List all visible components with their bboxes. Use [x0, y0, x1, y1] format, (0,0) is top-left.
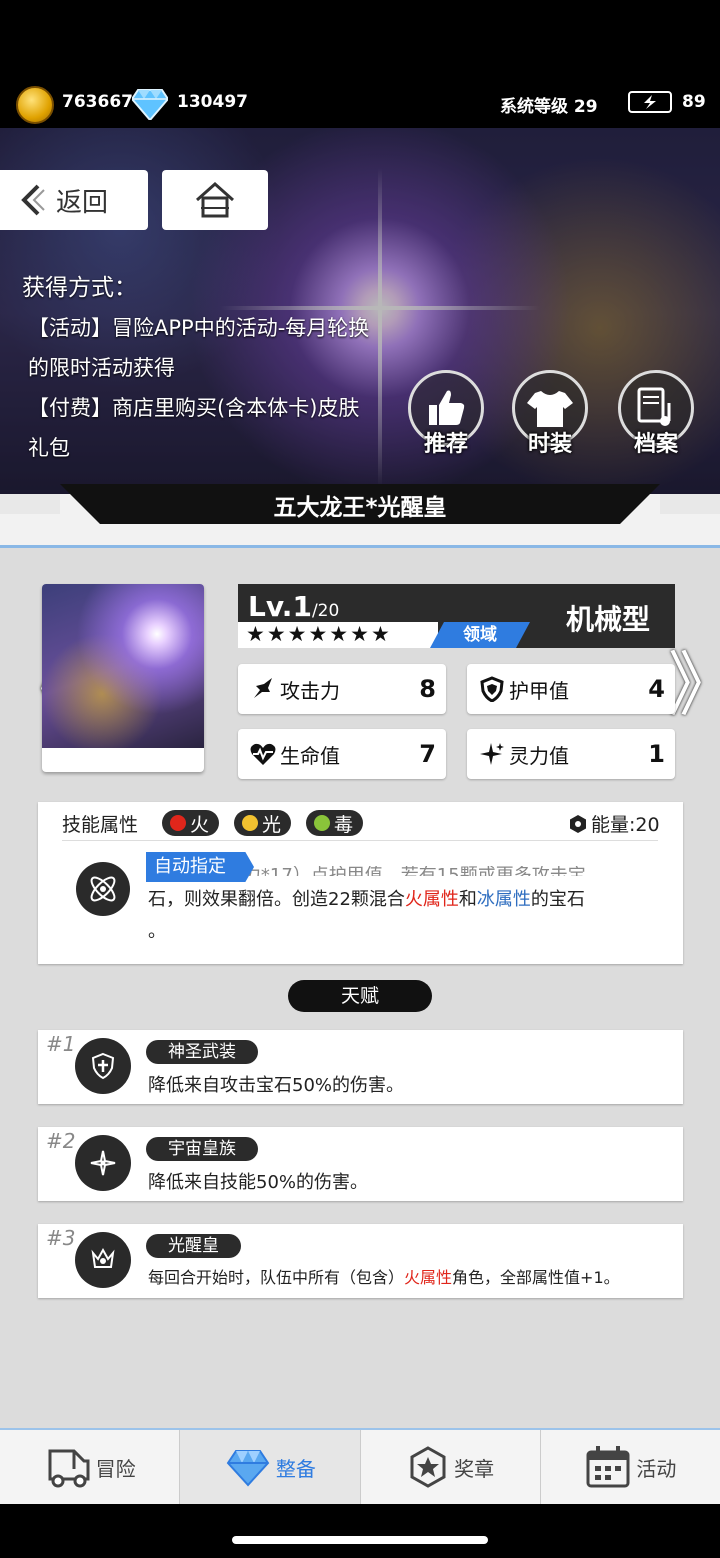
- character-portrait: [42, 584, 204, 748]
- home-indicator[interactable]: [232, 1536, 488, 1544]
- acquisition-info: 获得方式： 【活动】冒险APP中的活动-每月轮换 的限时活动获得 【付费】商店里…: [22, 268, 412, 468]
- character-card[interactable]: [42, 584, 204, 772]
- talent-name: 光醒皇: [146, 1234, 241, 1258]
- stat-value: 1: [648, 740, 665, 768]
- nav-label: 活动: [636, 1456, 677, 1481]
- element-fire-tag: 火: [162, 810, 220, 836]
- level-display: Lv.1/20: [248, 590, 340, 623]
- gem-cluster-icon: [226, 1450, 270, 1487]
- nav-adventure[interactable]: 冒险: [0, 1430, 181, 1504]
- panel-top-border: [0, 528, 720, 548]
- stat-value: 7: [419, 740, 436, 768]
- talent-number: #1: [46, 1032, 76, 1056]
- element-light-tag: 光: [234, 810, 292, 836]
- diamond-icon: [132, 89, 168, 120]
- truck-icon: [48, 1449, 90, 1488]
- system-home-bar: [0, 1504, 720, 1558]
- character-name: 五大龙王*光醒皇: [273, 495, 447, 521]
- energy-hex-icon: [570, 814, 586, 833]
- nav-label: 整备: [275, 1456, 316, 1481]
- skill-divider: [62, 840, 658, 841]
- skill-attr-title: 技能属性: [62, 814, 139, 836]
- cosmic-star-icon: [75, 1135, 131, 1191]
- stat-value: 4: [648, 675, 665, 703]
- light-icon: [242, 815, 258, 831]
- acquisition-line: 的限时活动获得: [28, 356, 175, 380]
- nav-label: 奖章: [454, 1456, 495, 1481]
- armor-icon: [477, 674, 507, 704]
- stat-label: 护甲值: [509, 678, 569, 703]
- nav-equip[interactable]: 整备: [180, 1430, 361, 1504]
- crown-emblem-icon: [75, 1232, 131, 1288]
- home-icon: [196, 181, 234, 218]
- recommend-label: 推荐: [423, 432, 468, 457]
- energy-battery-icon: [628, 91, 672, 113]
- gold-coin-icon: [16, 86, 54, 124]
- nav-events[interactable]: 活动: [541, 1430, 720, 1504]
- character-type: 机械型: [566, 603, 651, 636]
- gold-amount: 763667: [62, 92, 133, 112]
- home-button[interactable]: [162, 170, 268, 230]
- medal-star-icon: [410, 1446, 446, 1488]
- acquisition-line: 礼包: [28, 436, 70, 460]
- stat-armor: 护甲值 4: [467, 664, 675, 714]
- skill-energy: 能量:20: [568, 810, 660, 837]
- stat-label: 攻击力: [280, 678, 340, 703]
- system-level: 系统等级 29: [500, 97, 598, 117]
- acquisition-line: 【活动】冒险APP中的活动-每月轮换: [28, 316, 370, 340]
- talent-number: #3: [46, 1226, 76, 1250]
- stat-label: 灵力值: [509, 743, 569, 768]
- bottom-nav: 冒险 整备 奖章 活动: [0, 1428, 720, 1504]
- poison-icon: [314, 815, 330, 831]
- skill-description: 获得18（灵力*17）点护甲值。若有15颗或更多攻击宝 石，则效果翻倍。创造22…: [148, 866, 648, 948]
- auto-assign-tag: 自动指定: [146, 852, 254, 882]
- stat-label: 生命值: [280, 743, 340, 768]
- fire-icon: [170, 815, 186, 831]
- stat-value: 8: [419, 675, 436, 703]
- chevron-left-icon: [21, 184, 45, 216]
- fashion-label: 时装: [527, 432, 572, 457]
- stat-spirit: 灵力值 1: [467, 729, 675, 779]
- calendar-icon: [586, 1446, 630, 1488]
- diamond-amount: 130497: [177, 92, 248, 112]
- stat-attack: 攻击力 8: [238, 664, 446, 714]
- talent-desc: 降低来自攻击宝石50%的伤害。: [148, 1075, 405, 1096]
- attack-icon: [248, 674, 278, 704]
- domain-tag: 领域: [430, 622, 530, 648]
- acquisition-line: 【付费】商店里购买(含本体卡)皮肤: [28, 396, 360, 420]
- archive-label: 档案: [633, 432, 678, 457]
- nav-medals[interactable]: 奖章: [361, 1430, 541, 1504]
- nav-label: 冒险: [95, 1456, 136, 1481]
- back-button[interactable]: 返回: [0, 170, 148, 230]
- talent-header: 天赋: [288, 980, 432, 1012]
- talent-desc: 每回合开始时，队伍中所有（包含）火属性角色，全部属性值+1。: [148, 1268, 620, 1287]
- holy-shield-icon: [75, 1038, 131, 1094]
- talent-desc: 降低来自技能50%的伤害。: [148, 1172, 369, 1193]
- energy-amount: 89: [682, 92, 706, 112]
- next-character-arrow[interactable]: 》: [668, 650, 720, 720]
- skill-atom-icon: [76, 862, 130, 916]
- talent-name: 宇宙皇族: [146, 1137, 258, 1161]
- stat-hp: 生命值 7: [238, 729, 446, 779]
- back-label: 返回: [56, 187, 109, 218]
- heart-icon: [248, 739, 278, 769]
- spirit-icon: [477, 739, 507, 769]
- talent-name: 神圣武装: [146, 1040, 258, 1064]
- element-poison-tag: 毒: [306, 810, 364, 836]
- acquisition-title: 获得方式：: [22, 275, 137, 301]
- talent-number: #2: [46, 1129, 76, 1153]
- star-rating: ★★★★★★★: [246, 622, 392, 646]
